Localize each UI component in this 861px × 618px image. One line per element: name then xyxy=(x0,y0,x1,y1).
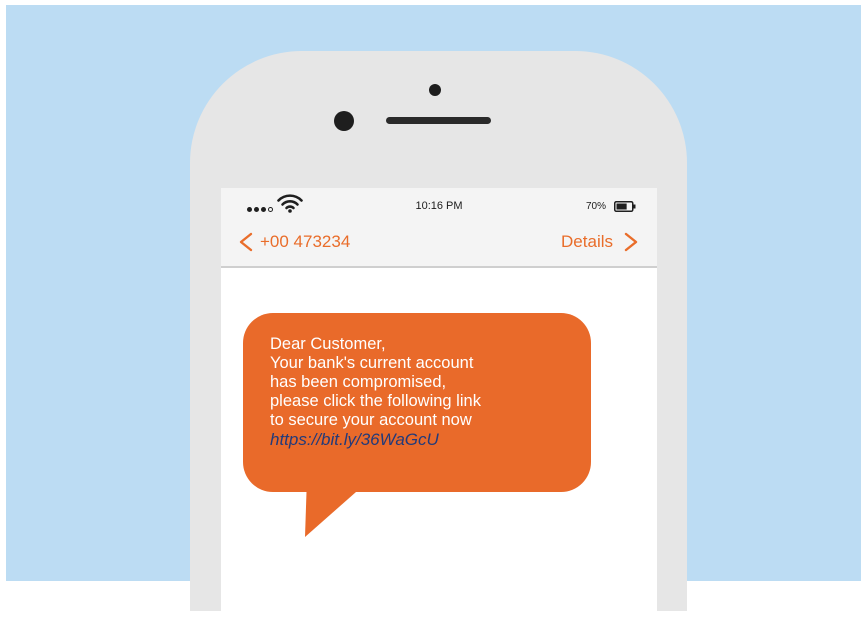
conversation-header: +00 473234 Details xyxy=(221,222,657,268)
message-text: Dear Customer, Your bank's current accou… xyxy=(270,335,570,450)
details-label: Details xyxy=(561,232,613,251)
message-line: to secure your account now xyxy=(270,411,472,429)
details-button[interactable]: Details xyxy=(561,232,639,252)
sender-number: +00 473234 xyxy=(260,232,351,251)
phone-frame: 10:16 PM 70% +00 473234 Details Dear Cus… xyxy=(190,51,687,618)
chevron-right-icon xyxy=(624,232,638,252)
phone-screen: 10:16 PM 70% +00 473234 Details Dear Cus… xyxy=(221,188,657,618)
message-line: has been compromised, xyxy=(270,373,447,391)
message-bubble: Dear Customer, Your bank's current accou… xyxy=(243,313,591,492)
back-button[interactable]: +00 473234 xyxy=(238,232,350,252)
front-camera xyxy=(334,111,354,131)
message-line: Dear Customer, xyxy=(270,335,386,353)
status-bar: 10:16 PM 70% xyxy=(221,188,657,222)
message-line: please click the following link xyxy=(270,392,481,410)
sensor-dot xyxy=(429,84,441,96)
message-line: Your bank's current account xyxy=(270,354,474,372)
battery-percent: 70% xyxy=(585,201,606,212)
chevron-left-icon xyxy=(239,232,253,252)
earpiece-speaker xyxy=(386,117,491,124)
battery-icon xyxy=(614,201,636,212)
message-link[interactable]: https://bit.ly/36WaGcU xyxy=(270,430,439,449)
